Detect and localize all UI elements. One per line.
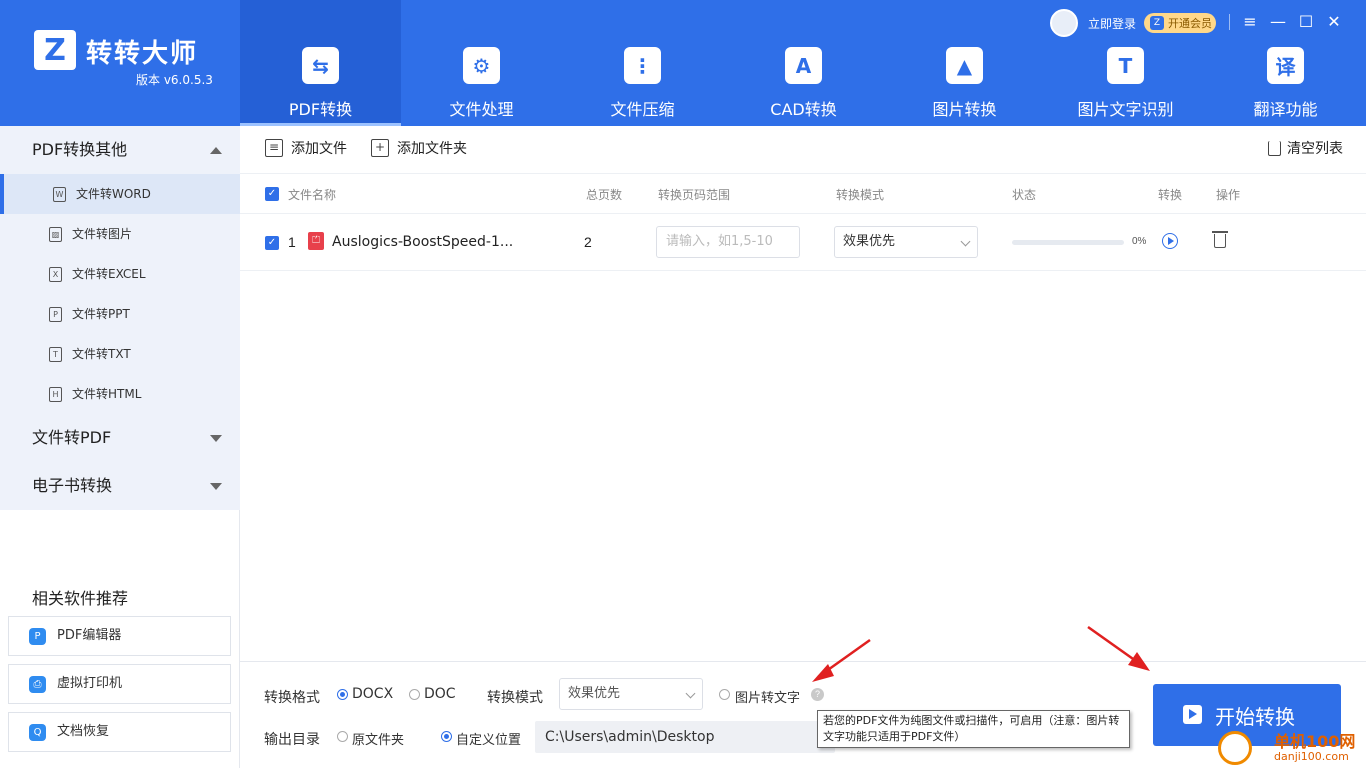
annotation-arrow (812, 638, 871, 682)
watermark-title: 单机100网 (1274, 732, 1356, 751)
watermark: 单机100网 danji100.com (1218, 728, 1366, 768)
watermark-url: danji100.com (1274, 750, 1349, 763)
annotation-arrows (812, 625, 1150, 682)
watermark-logo-icon (1218, 731, 1252, 765)
annotation-arrow (1087, 625, 1150, 671)
